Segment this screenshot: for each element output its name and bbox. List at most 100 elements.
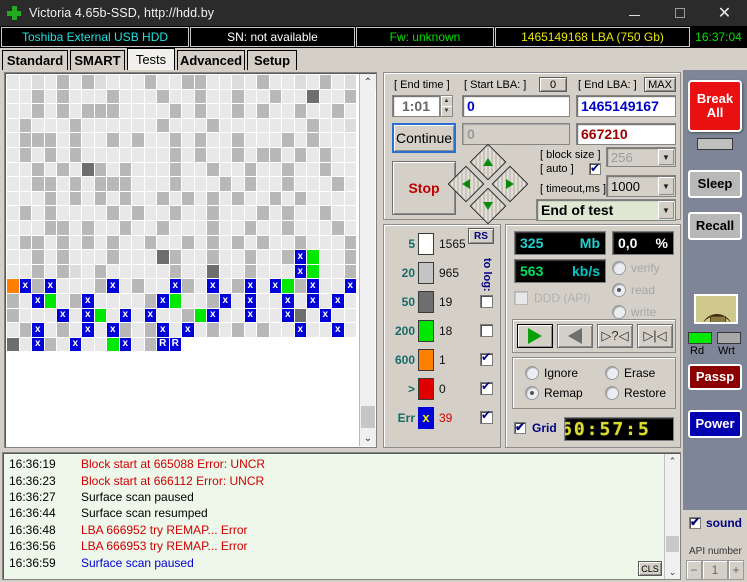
surface-map-grid[interactable]: xxxxxxxxxxxxxxxxxxxxxxxxxxxxxxxxxxxxxRR (7, 75, 359, 367)
timeout-chevron-down-icon[interactable]: ▼ (658, 177, 674, 195)
break-all-button[interactable]: Break All (688, 80, 742, 132)
block-size-select[interactable]: 256 ▼ (606, 147, 676, 167)
end-time-down-icon[interactable]: ▼ (441, 106, 452, 116)
power-button[interactable]: Power (688, 410, 742, 438)
end-lba-max-button[interactable]: MAX (644, 77, 676, 92)
surface-block (194, 206, 207, 221)
tab-tests[interactable]: Tests (127, 48, 175, 70)
surface-block (44, 75, 57, 90)
surface-block (32, 177, 45, 192)
recall-button[interactable]: Recall (688, 212, 742, 240)
surface-block: x (119, 337, 132, 353)
surface-block (332, 264, 345, 280)
current-end-lba-field[interactable]: 667210 (576, 123, 676, 145)
minimize-button[interactable] (612, 0, 657, 26)
surface-block (19, 250, 32, 265)
end-action-select[interactable]: End of test ▼ (536, 199, 676, 221)
surface-map-canvas[interactable]: xxxxxxxxxxxxxxxxxxxxxxxxxxxxxxxxxxxxxRR (7, 75, 359, 445)
surface-block (332, 235, 345, 251)
passport-button[interactable]: Passp (688, 364, 742, 390)
end-time-spinner[interactable]: ▲ ▼ (440, 95, 453, 117)
surface-block (132, 220, 145, 236)
surface-map-scrollbar[interactable]: ⌃ ⌄ (359, 74, 376, 446)
ddd-api-checkbox[interactable] (514, 291, 528, 305)
api-number-increment[interactable]: + (728, 560, 744, 580)
legend-log-checkbox[interactable] (480, 324, 493, 337)
action-remap-row[interactable]: Remap (525, 386, 583, 400)
ignore-radio[interactable] (525, 366, 539, 380)
log-scrollbar-thumb[interactable] (666, 536, 679, 552)
navigation-dpad[interactable] (447, 143, 529, 225)
continue-button[interactable]: Continue (392, 123, 456, 153)
window-buttons: ✕ (612, 0, 747, 26)
action-ignore-row[interactable]: Ignore (525, 366, 578, 380)
butterfly-seek-icon[interactable]: ▷|◁ (637, 324, 673, 348)
mode-verify-row[interactable]: verify (612, 261, 660, 275)
write-radio[interactable] (612, 305, 626, 319)
clear-log-button[interactable]: CLS (638, 561, 662, 576)
sound-toggle[interactable]: sound (689, 515, 742, 530)
log-scroll-up-icon[interactable]: ⌃ (665, 454, 680, 469)
mode-write-row[interactable]: write (612, 305, 656, 319)
end-lba-field[interactable]: 1465149167 (576, 95, 676, 117)
erase-radio[interactable] (605, 366, 619, 380)
surface-block (194, 191, 207, 207)
tab-standard[interactable]: Standard (2, 50, 68, 70)
api-number-stepper[interactable]: − 1 + (686, 560, 744, 580)
random-seek-icon[interactable]: ▷?◁ (597, 324, 633, 348)
maximize-button[interactable] (657, 0, 702, 26)
block-size-chevron-down-icon[interactable]: ▼ (658, 149, 674, 165)
tab-smart[interactable]: SMART (70, 50, 125, 70)
end-action-chevron-down-icon[interactable]: ▼ (658, 201, 674, 219)
read-radio[interactable] (612, 283, 626, 297)
mode-read-row[interactable]: read (612, 283, 655, 297)
tab-setup[interactable]: Setup (247, 50, 297, 70)
scrollbar-thumb[interactable] (361, 406, 375, 428)
scroll-up-icon[interactable]: ⌃ (360, 74, 376, 90)
log-panel[interactable]: 16:36:19 Block start at 665088 Error: UNC… (2, 452, 681, 580)
play-forward-icon[interactable] (517, 324, 553, 348)
verify-radio[interactable] (612, 261, 626, 275)
tab-advanced[interactable]: Advanced (177, 50, 245, 70)
surface-block (157, 147, 170, 163)
surface-block (207, 75, 220, 90)
end-time-up-icon[interactable]: ▲ (441, 96, 452, 106)
log-scrollbar[interactable]: ⌃ ⌄ (664, 454, 680, 579)
grid-toggle[interactable]: Grid (514, 420, 557, 435)
restore-radio[interactable] (605, 386, 619, 400)
play-backward-icon[interactable] (557, 324, 593, 348)
end-time-field[interactable]: 1:01 (392, 95, 440, 117)
legend-log-checkbox[interactable] (480, 408, 493, 424)
surface-block (144, 352, 157, 367)
scroll-down-icon[interactable]: ⌄ (360, 430, 376, 446)
surface-block (282, 177, 295, 192)
surface-block (207, 323, 220, 338)
auto-checkbox[interactable] (589, 161, 601, 175)
remap-radio[interactable] (525, 386, 539, 400)
sound-checkbox[interactable] (689, 515, 701, 529)
legend-count: 965 (439, 265, 460, 280)
legend-log-checkbox[interactable] (480, 295, 493, 308)
surface-block (269, 162, 282, 178)
close-button[interactable]: ✕ (702, 0, 747, 26)
api-number-value[interactable]: 1 (702, 560, 728, 580)
surface-block (7, 147, 20, 163)
legend-log-checkbox[interactable] (480, 350, 493, 366)
log-scroll-down-icon[interactable]: ⌄ (665, 565, 680, 579)
grid-checkbox[interactable] (514, 420, 526, 434)
surface-map-panel[interactable]: xxxxxxxxxxxxxxxxxxxxxxxxxxxxxxxxxxxxxRR … (4, 72, 377, 448)
action-restore-row[interactable]: Restore (605, 386, 666, 400)
start-lba-reset-button[interactable]: 0 (539, 77, 567, 92)
surface-block (319, 264, 332, 280)
start-lba-field[interactable]: 0 (462, 95, 570, 117)
surface-block (332, 250, 345, 265)
sleep-button[interactable]: Sleep (688, 170, 742, 198)
stop-button[interactable]: Stop (392, 161, 456, 215)
surface-block (307, 191, 320, 207)
api-number-decrement[interactable]: − (686, 560, 702, 580)
action-erase-row[interactable]: Erase (605, 366, 655, 380)
timeout-select[interactable]: 1000 ▼ (606, 175, 676, 197)
surface-block (169, 220, 182, 236)
ddd-api-row[interactable]: DDD (API) (514, 291, 591, 305)
legend-log-checkbox[interactable] (480, 379, 493, 395)
